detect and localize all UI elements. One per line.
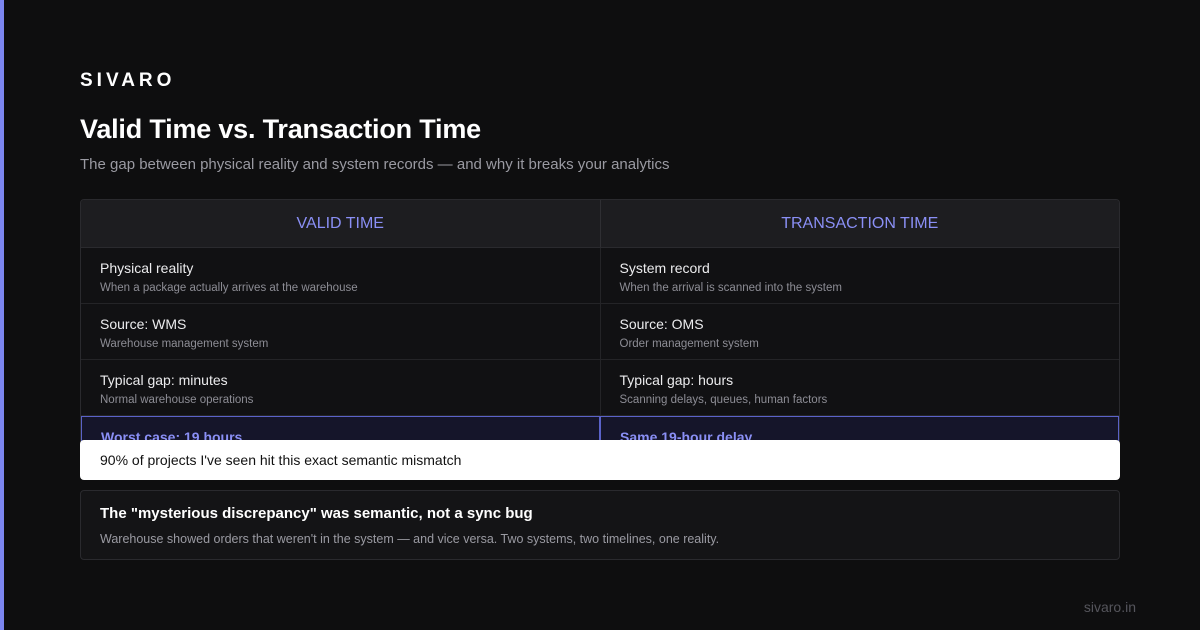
cell-sub-text: Order management system xyxy=(619,338,759,350)
header-valid-time: VALID TIME xyxy=(81,200,601,248)
footer-url[interactable]: sivaro.in xyxy=(1084,599,1136,615)
header-transaction-time: TRANSACTION TIME xyxy=(600,200,1119,248)
cell-main-text: System record xyxy=(619,260,710,276)
comparison-table: VALID TIME TRANSACTION TIME Physical rea… xyxy=(80,199,1120,475)
table-cell: Source: OMS Order management system xyxy=(601,304,1120,359)
table-row: Physical reality When a package actually… xyxy=(81,248,1119,304)
cell-main-text: Physical reality xyxy=(100,260,194,276)
table-cell: Physical reality When a package actually… xyxy=(81,248,601,303)
table-cell: System record When the arrival is scanne… xyxy=(601,248,1120,303)
page-title: Valid Time vs. Transaction Time xyxy=(80,114,481,144)
table-cell: Typical gap: minutes Normal warehouse op… xyxy=(81,360,601,415)
page-subtitle: The gap between physical reality and sys… xyxy=(80,156,670,173)
brand-logo: SIVARO xyxy=(80,70,176,91)
cell-main-text: Typical gap: minutes xyxy=(100,372,228,388)
cell-main-text: Typical gap: hours xyxy=(619,372,734,388)
table-cell: Source: WMS Warehouse management system xyxy=(81,304,601,359)
cell-sub-text: When a package actually arrives at the w… xyxy=(100,282,358,294)
table-row: Source: WMS Warehouse management system … xyxy=(81,304,1119,360)
cell-sub-text: Normal warehouse operations xyxy=(100,394,254,406)
cell-sub-text: Scanning delays, queues, human factors xyxy=(619,394,828,406)
tooltip-overlay: 90% of projects I've seen hit this exact… xyxy=(80,440,1120,480)
callout-title: The "mysterious discrepancy" was semanti… xyxy=(100,505,533,522)
page: SIVARO Valid Time vs. Transaction Time T… xyxy=(0,0,1200,630)
cell-main-text: Source: WMS xyxy=(100,316,187,332)
cell-sub-text: Warehouse management system xyxy=(100,338,269,350)
table-cell: Typical gap: hours Scanning delays, queu… xyxy=(601,360,1120,415)
table-row: Typical gap: minutes Normal warehouse op… xyxy=(81,360,1119,416)
table-header-row: VALID TIME TRANSACTION TIME xyxy=(81,200,1119,248)
accent-bar xyxy=(0,0,4,630)
callout-box: The "mysterious discrepancy" was semanti… xyxy=(80,490,1120,560)
callout-text: Warehouse showed orders that weren't in … xyxy=(100,532,720,546)
cell-sub-text: When the arrival is scanned into the sys… xyxy=(619,282,842,294)
cell-main-text: Source: OMS xyxy=(619,316,704,332)
